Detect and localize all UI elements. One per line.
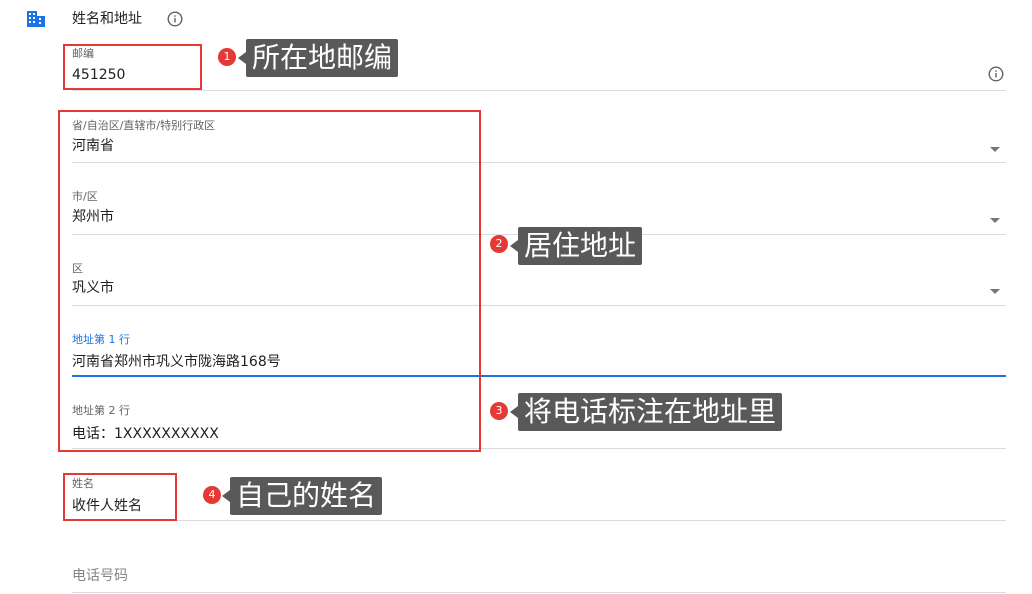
city-dropdown-arrow-icon[interactable] [990, 218, 1000, 223]
building-icon [26, 10, 46, 28]
phone-underline [72, 592, 1006, 593]
annotation-badge-3: 3 [490, 402, 508, 420]
phone-input[interactable]: 电话号码 [72, 567, 128, 585]
province-dropdown-arrow-icon[interactable] [990, 147, 1000, 152]
annotation-callout-2: 居住地址 [509, 227, 643, 265]
annotation-callout-4: 自己的姓名 [221, 477, 383, 515]
annotation-callout-1: 所在地邮编 [237, 39, 399, 77]
highlight-box-name [63, 473, 177, 521]
name-underline [72, 520, 1006, 521]
highlight-box-address [58, 110, 481, 452]
highlight-box-postal [63, 44, 202, 90]
annotation-badge-4: 4 [203, 486, 221, 504]
section-title: 姓名和地址 [72, 11, 142, 27]
district-dropdown-arrow-icon[interactable] [990, 289, 1000, 294]
info-icon[interactable] [167, 11, 183, 27]
annotation-badge-1: 1 [218, 48, 236, 66]
postal-info-icon[interactable] [988, 66, 1004, 82]
postal-code-underline [72, 90, 1006, 91]
annotation-badge-2: 2 [490, 235, 508, 253]
annotation-callout-3: 将电话标注在地址里 [509, 393, 783, 431]
